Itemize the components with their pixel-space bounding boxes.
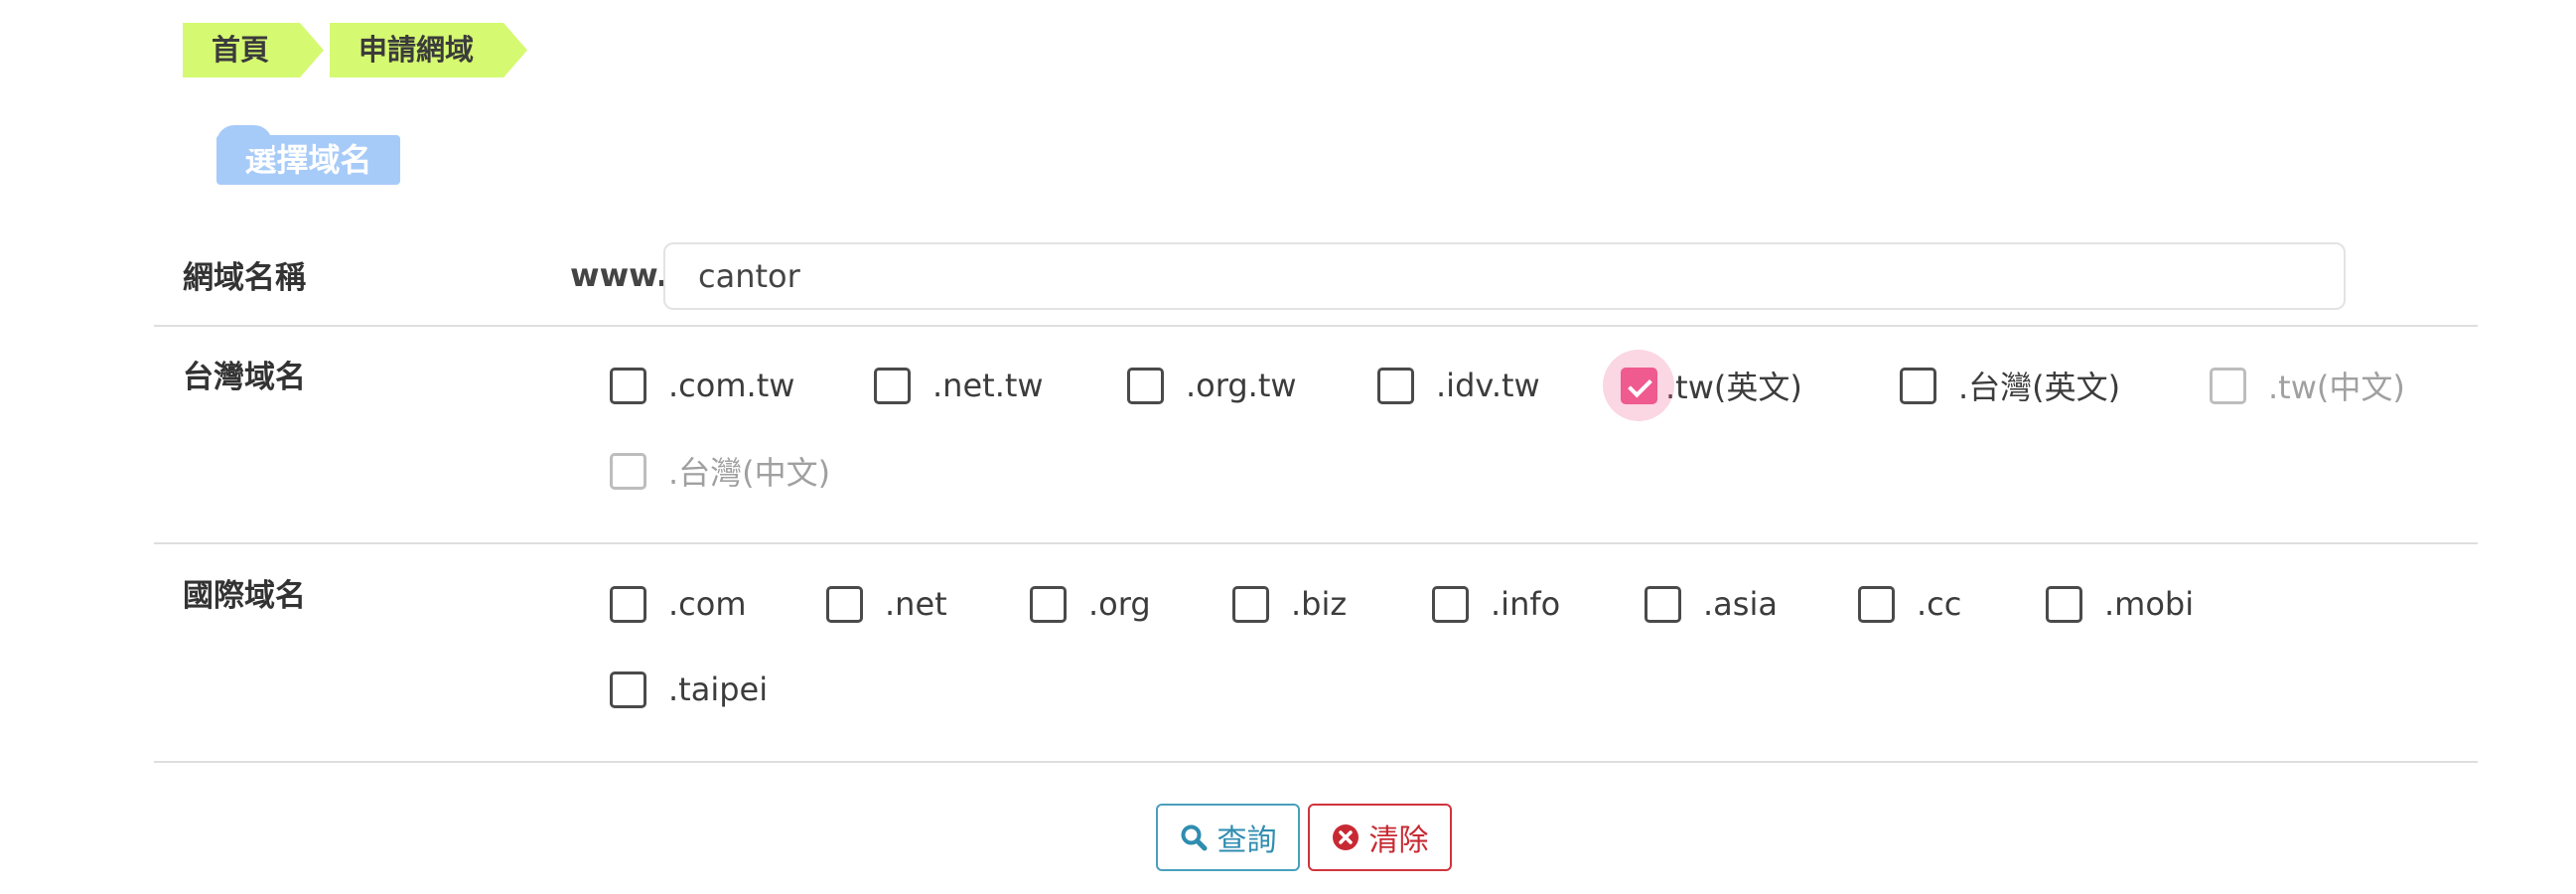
intl-option-org[interactable]: .org xyxy=(1030,574,1151,634)
tw-option-org-tw[interactable]: .org.tw xyxy=(1127,356,1297,415)
option-label: .asia xyxy=(1703,585,1778,623)
tw-domains-label: 台灣域名 xyxy=(183,360,306,395)
checkbox[interactable] xyxy=(610,367,646,404)
intl-option-biz[interactable]: .biz xyxy=(1232,574,1347,634)
breadcrumb-home-link[interactable]: 首頁 xyxy=(183,23,324,77)
checkbox[interactable] xyxy=(1030,585,1067,623)
checkbox[interactable] xyxy=(826,585,863,623)
close-circle-icon xyxy=(1332,823,1360,851)
intl-option-cc[interactable]: .cc xyxy=(1858,574,1961,634)
checkbox[interactable] xyxy=(874,367,911,404)
checkbox[interactable] xyxy=(1127,367,1164,404)
intl-option-mobi[interactable]: .mobi xyxy=(2046,574,2194,634)
tw-option-idv-tw[interactable]: .idv.tw xyxy=(1377,356,1540,415)
intl-option-taipei[interactable]: .taipei xyxy=(610,660,768,719)
domain-name-input[interactable] xyxy=(663,242,2346,310)
checkbox[interactable] xyxy=(2046,585,2082,623)
option-label: .info xyxy=(1491,585,1561,623)
option-label: .taipei xyxy=(668,670,769,708)
tw-option-tw-english[interactable]: .tw(英文) xyxy=(1603,350,1802,421)
option-label: .com xyxy=(668,585,747,623)
option-label: .idv.tw xyxy=(1436,367,1540,404)
breadcrumb-apply-domain-link[interactable]: 申請網域 xyxy=(330,23,527,77)
checkbox[interactable] xyxy=(1377,367,1414,404)
tw-option-com-tw[interactable]: .com.tw xyxy=(610,356,794,415)
tw-option-net-tw[interactable]: .net.tw xyxy=(874,356,1044,415)
tw-option-taiwan-english[interactable]: .台灣(英文) xyxy=(1900,356,2120,415)
checkbox-disabled xyxy=(2210,367,2246,404)
option-label: .org xyxy=(1088,585,1151,623)
checkbox[interactable] xyxy=(610,670,646,708)
search-button-label: 查詢 xyxy=(1216,823,1277,858)
clear-button-label: 清除 xyxy=(1368,823,1429,858)
option-label: .biz xyxy=(1291,585,1348,623)
divider xyxy=(154,542,2478,544)
checkbox[interactable] xyxy=(1900,367,1936,404)
intl-option-asia[interactable]: .asia xyxy=(1645,574,1778,634)
intl-domains-label: 國際域名 xyxy=(183,578,306,614)
option-label: .tw(中文) xyxy=(2268,369,2405,406)
option-label: .net xyxy=(885,585,947,623)
clear-button[interactable]: 清除 xyxy=(1308,804,1452,871)
option-label: .net.tw xyxy=(932,367,1044,404)
checkbox[interactable] xyxy=(1432,585,1469,623)
option-label: .台灣(英文) xyxy=(1958,369,2121,406)
option-label: .com.tw xyxy=(668,367,795,404)
www-prefix: www. xyxy=(570,256,668,294)
intl-option-net[interactable]: .net xyxy=(826,574,947,634)
tw-option-tw-chinese: .tw(中文) xyxy=(2210,356,2405,415)
checkbox[interactable] xyxy=(1858,585,1895,623)
search-icon xyxy=(1180,823,1208,851)
intl-option-com[interactable]: .com xyxy=(610,574,747,634)
intl-option-info[interactable]: .info xyxy=(1432,574,1560,634)
section-title-tag: 選擇域名 xyxy=(216,125,400,185)
option-label: .mobi xyxy=(2104,585,2195,623)
divider xyxy=(154,761,2478,763)
domain-name-label: 網域名稱 xyxy=(183,260,306,296)
tw-option-taiwan-chinese: .台灣(中文) xyxy=(610,441,830,501)
search-button[interactable]: 查詢 xyxy=(1156,804,1300,871)
option-label: .台灣(中文) xyxy=(668,454,831,492)
option-label: .cc xyxy=(1917,585,1962,623)
option-label: .tw(英文) xyxy=(1665,369,1802,406)
option-label: .org.tw xyxy=(1186,367,1297,404)
divider xyxy=(154,325,2478,327)
checkbox[interactable] xyxy=(610,585,646,623)
checkbox-checked[interactable] xyxy=(1621,367,1657,404)
checkbox-disabled xyxy=(610,452,646,490)
checkbox[interactable] xyxy=(1232,585,1269,623)
checkbox[interactable] xyxy=(1645,585,1681,623)
